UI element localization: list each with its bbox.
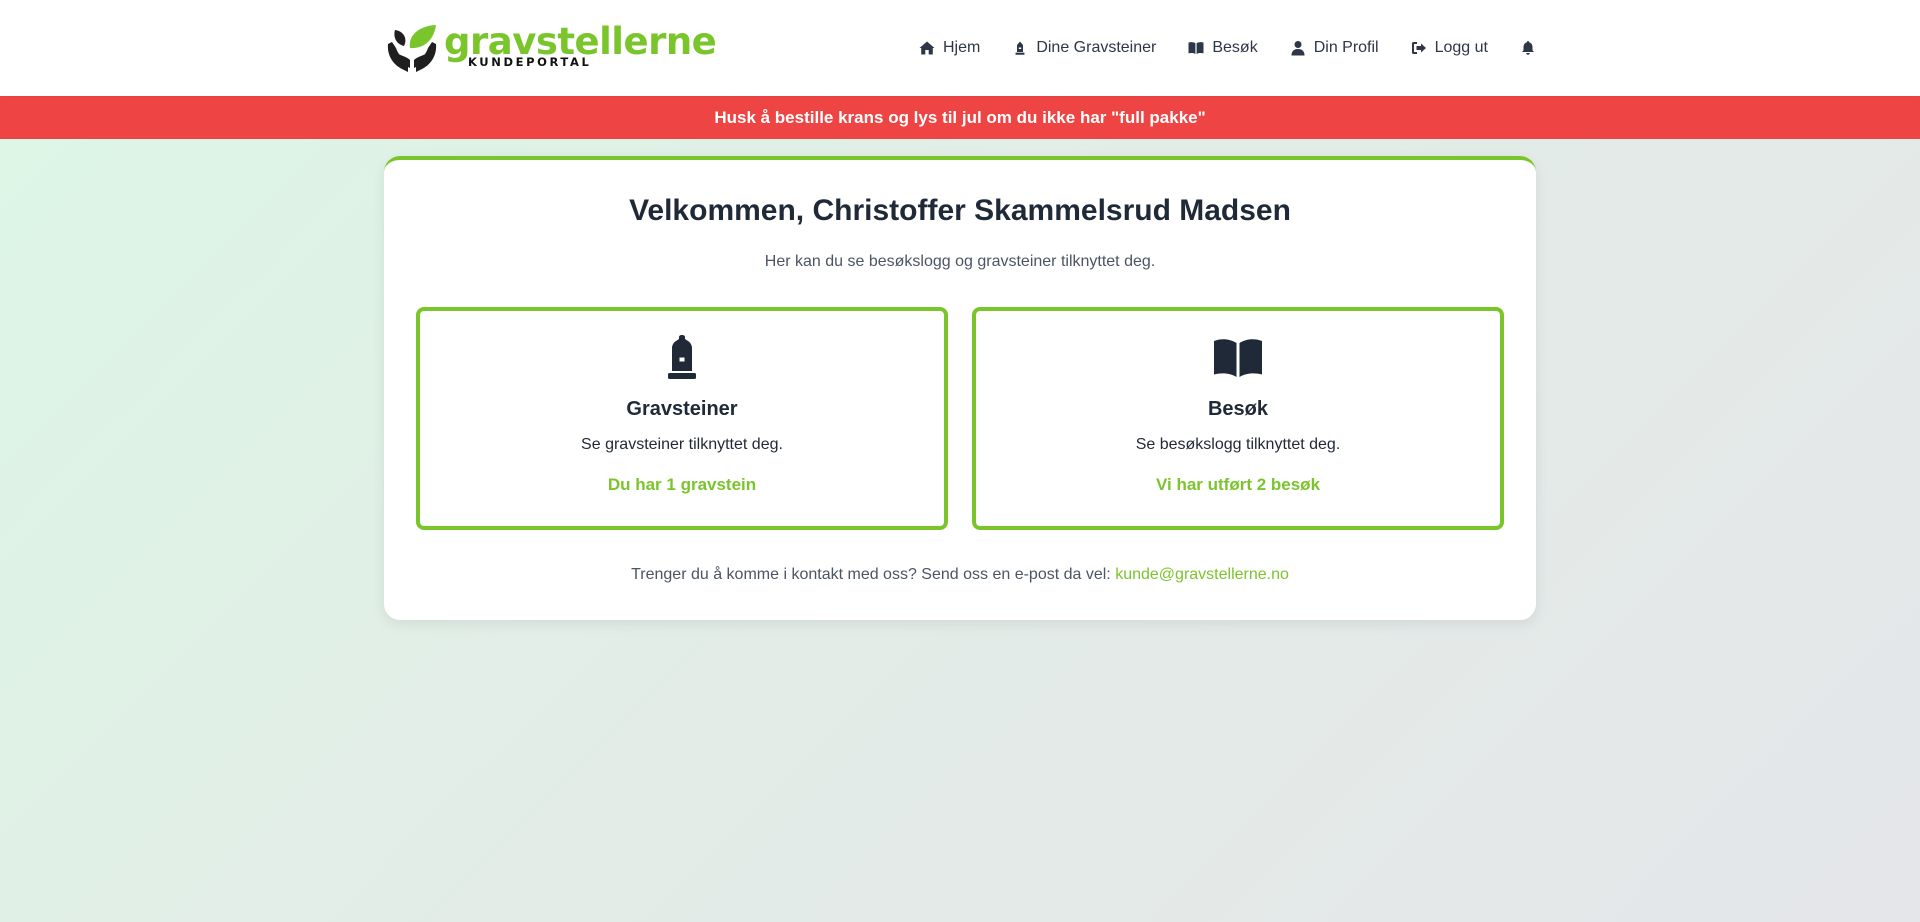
- book-icon: [1213, 333, 1263, 383]
- nav-item-label: Dine Gravsteiner: [1036, 39, 1157, 56]
- contact-message: Trenger du å komme i kontakt med oss? Se…: [631, 566, 1111, 583]
- nav-item-label: Din Profil: [1313, 39, 1379, 56]
- logo[interactable]: gravstellerne KUNDEPORTAL: [384, 0, 717, 96]
- user-icon: [1290, 40, 1306, 56]
- home-icon: [919, 40, 935, 56]
- tile-count: Vi har utført 2 besøk: [1155, 475, 1321, 494]
- logout-icon: [1411, 40, 1427, 56]
- gravestone-icon: [657, 333, 707, 383]
- bell-icon[interactable]: [1520, 40, 1536, 56]
- banner-text: Husk å bestille krans og lys til jul om …: [714, 107, 1206, 127]
- visits-tile[interactable]: Besøk Se besøkslogg tilknyttet deg. Vi h…: [972, 307, 1504, 530]
- nav-item-besok[interactable]: Besøk: [1188, 39, 1258, 57]
- logo-subtitle: KUNDEPORTAL: [468, 55, 592, 70]
- tile-description: Se besøkslogg tilknyttet deg.: [1135, 436, 1341, 453]
- nav-item-logg-ut[interactable]: Logg ut: [1411, 39, 1488, 57]
- nav-item-label: Besøk: [1212, 39, 1258, 56]
- contact-email-link[interactable]: kunde@gravstellerne.no: [1115, 566, 1289, 583]
- nav-item-dine-gravsteiner[interactable]: Dine Gravsteiner: [1012, 39, 1156, 57]
- welcome-card: Velkommen, Christoffer Skammelsrud Madse…: [384, 156, 1536, 620]
- gravestones-tile[interactable]: Gravsteiner Se gravsteiner tilknyttet de…: [416, 307, 948, 530]
- page-subtitle: Her kan du se besøkslogg og gravsteiner …: [764, 253, 1156, 270]
- nav-item-din-profil[interactable]: Din Profil: [1290, 39, 1379, 57]
- contact-text: Trenger du å komme i kontakt med oss? Se…: [384, 566, 1536, 584]
- tile-count: Du har 1 gravstein: [607, 475, 757, 494]
- nav-item-label: Logg ut: [1434, 39, 1488, 56]
- tile-title: Gravsteiner: [626, 398, 738, 420]
- book-icon: [1188, 40, 1204, 56]
- tiles: Gravsteiner Se gravsteiner tilknyttet de…: [416, 307, 1504, 530]
- logo-hands-leaf-icon: [384, 22, 440, 74]
- header-inner: gravstellerne KUNDEPORTAL Hjem Dine Grav…: [384, 0, 1536, 96]
- gravestone-icon: [1012, 40, 1028, 56]
- page-title: Velkommen, Christoffer Skammelsrud Madse…: [629, 194, 1291, 227]
- header: gravstellerne KUNDEPORTAL Hjem Dine Grav…: [0, 0, 1920, 96]
- announcement-banner: Husk å bestille krans og lys til jul om …: [0, 96, 1920, 139]
- tile-title: Besøk: [1207, 398, 1269, 420]
- tile-description: Se gravsteiner tilknyttet deg.: [581, 436, 783, 453]
- main-nav: Hjem Dine Gravsteiner Besøk Din Profil L…: [919, 0, 1536, 96]
- nav-item-label: Hjem: [942, 39, 981, 56]
- nav-item-hjem[interactable]: Hjem: [919, 39, 980, 57]
- logo-text: gravstellerne KUNDEPORTAL: [444, 23, 717, 70]
